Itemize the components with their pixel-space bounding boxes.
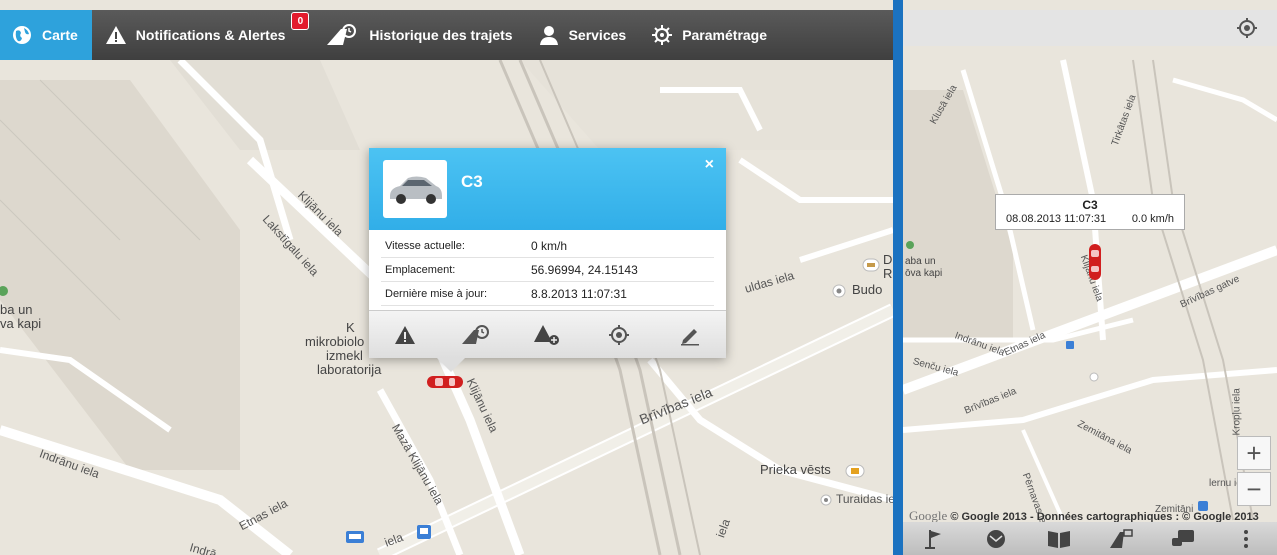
vehicle-name: C3	[1082, 198, 1098, 212]
nav-tab-settings[interactable]: Paramétrage	[638, 10, 779, 60]
restaurant-icon	[862, 258, 880, 272]
nav-tab-notifications[interactable]: Notifications & Alertes 0	[92, 10, 314, 60]
add-alert-button[interactable]	[527, 319, 567, 351]
close-popup-button[interactable]: ×	[705, 156, 714, 174]
poi-label: ba un	[0, 302, 33, 317]
poi-label: R	[883, 266, 893, 281]
trips-button[interactable]	[1107, 525, 1135, 553]
nav-tab-trip-history[interactable]: Historique des trajets	[313, 10, 524, 60]
park-icon	[906, 241, 914, 249]
nav-tab-label: Carte	[42, 27, 78, 43]
warning-icon	[394, 325, 415, 344]
edit-icon	[681, 328, 700, 345]
notification-count-badge: 0	[291, 12, 310, 30]
road-history-icon	[325, 23, 361, 47]
detail-label: Dernière mise à jour:	[385, 287, 488, 300]
nav-tab-carte[interactable]: Carte	[0, 10, 92, 60]
poi-label: ōva kapi	[905, 268, 943, 279]
globe-icon	[10, 23, 34, 47]
chat-icon	[1172, 529, 1195, 546]
park-icon	[0, 286, 8, 296]
detail-value: 0 km/h	[531, 238, 568, 253]
vehicle-details: Vitesse actuelle: 0 km/h Emplacement: 56…	[369, 230, 726, 306]
car-icon	[390, 176, 442, 204]
nav-tab-services[interactable]: Services	[525, 10, 639, 60]
last-update-time: 08.08.2013 11:07:31	[1006, 213, 1107, 225]
poi-label: aba un	[905, 256, 936, 267]
detail-row-last-update: Dernière mise à jour: 8.8.2013 11:07:31	[381, 282, 714, 306]
flag-button[interactable]	[920, 525, 948, 553]
google-logo: Google	[909, 508, 948, 523]
detail-row-speed: Vitesse actuelle: 0 km/h	[381, 234, 714, 258]
poi-label: laboratorija	[317, 362, 382, 377]
nav-tab-label: Historique des trajets	[369, 27, 513, 43]
messages-button[interactable]	[982, 525, 1010, 553]
bus-stop-icon	[1066, 341, 1074, 349]
zoom-out-button[interactable]: −	[1237, 472, 1271, 506]
add-alert-icon	[534, 324, 560, 345]
nav-tab-label: Paramétrage	[682, 27, 768, 43]
popup-header: C3 ×	[369, 148, 726, 230]
flag-icon	[925, 529, 942, 549]
top-navigation: Carte Notifications & Alertes 0 Historiq…	[0, 10, 893, 60]
detail-row-location: Emplacement: 56.96994, 24.15143	[381, 258, 714, 282]
vehicle-marker-car-icon[interactable]	[425, 372, 465, 392]
shop-icon	[845, 464, 865, 478]
vehicle-info-popup: C3 × Vitesse actuelle: 0 km/h Emplacemen…	[369, 148, 726, 372]
alerts-button[interactable]	[385, 319, 425, 351]
panel-divider[interactable]	[893, 0, 903, 555]
edit-vehicle-button[interactable]	[670, 319, 710, 351]
more-button[interactable]	[1232, 525, 1260, 553]
poi-label: va kapi	[0, 316, 42, 331]
mobile-bottom-bar	[903, 522, 1277, 555]
detail-label: Vitesse actuelle:	[385, 239, 465, 252]
vehicle-info-bubble: C3 08.08.2013 11:07:31 0.0 km/h	[995, 194, 1185, 230]
book-icon	[1047, 530, 1070, 548]
current-speed: 0.0 km/h	[1131, 213, 1174, 225]
popup-pointer	[437, 358, 465, 372]
vehicle-name: C3	[461, 172, 483, 191]
locate-icon[interactable]	[1235, 16, 1259, 40]
logbook-button[interactable]	[1045, 525, 1073, 553]
mobile-map-preview[interactable]: Klusā iela Tirkātas iela Klijānu iela Br…	[903, 0, 1277, 555]
warning-icon	[104, 23, 128, 47]
street-label: Turaidas iel	[836, 492, 893, 506]
road-icon	[1110, 528, 1133, 548]
nav-tab-label: Services	[568, 27, 627, 43]
poi-label: izmekl	[326, 348, 363, 363]
poi-label: mikrobiolo	[305, 334, 365, 349]
popup-action-bar	[369, 310, 726, 358]
poi-label: Budo	[852, 282, 883, 297]
place-icon	[1089, 372, 1099, 382]
main-map[interactable]: Klijānu iela Lakstīgalu iela Klijānu iel…	[0, 0, 893, 555]
nav-tab-label: Notifications & Alertes	[135, 27, 286, 43]
poi-label: Prieka vēsts	[760, 462, 831, 477]
detail-value: 8.8.2013 11:07:31	[531, 286, 627, 301]
gear-icon	[650, 23, 674, 47]
mobile-top-bar	[903, 10, 1277, 46]
locate-vehicle-button[interactable]	[599, 319, 639, 351]
zoom-in-button[interactable]: +	[1237, 436, 1271, 470]
chat-button[interactable]	[1169, 525, 1197, 553]
trip-history-button[interactable]	[456, 319, 496, 351]
mail-icon	[987, 529, 1006, 548]
more-icon	[1243, 529, 1248, 548]
bus-stop-icon	[346, 531, 364, 543]
street-label: Kropļu iela	[1231, 388, 1243, 436]
vehicle-marker-car-icon[interactable]	[1087, 242, 1103, 282]
locate-icon	[608, 324, 629, 345]
place-icon	[820, 494, 832, 506]
poi-label: D	[883, 252, 893, 267]
detail-value: 56.96994, 24.15143	[531, 262, 638, 277]
road-history-icon	[462, 324, 490, 344]
place-icon	[832, 284, 846, 298]
user-icon	[537, 23, 561, 47]
bus-stop-icon	[417, 525, 431, 539]
poi-label: K	[346, 320, 355, 335]
vehicle-thumbnail	[383, 160, 447, 218]
detail-label: Emplacement:	[385, 263, 456, 276]
